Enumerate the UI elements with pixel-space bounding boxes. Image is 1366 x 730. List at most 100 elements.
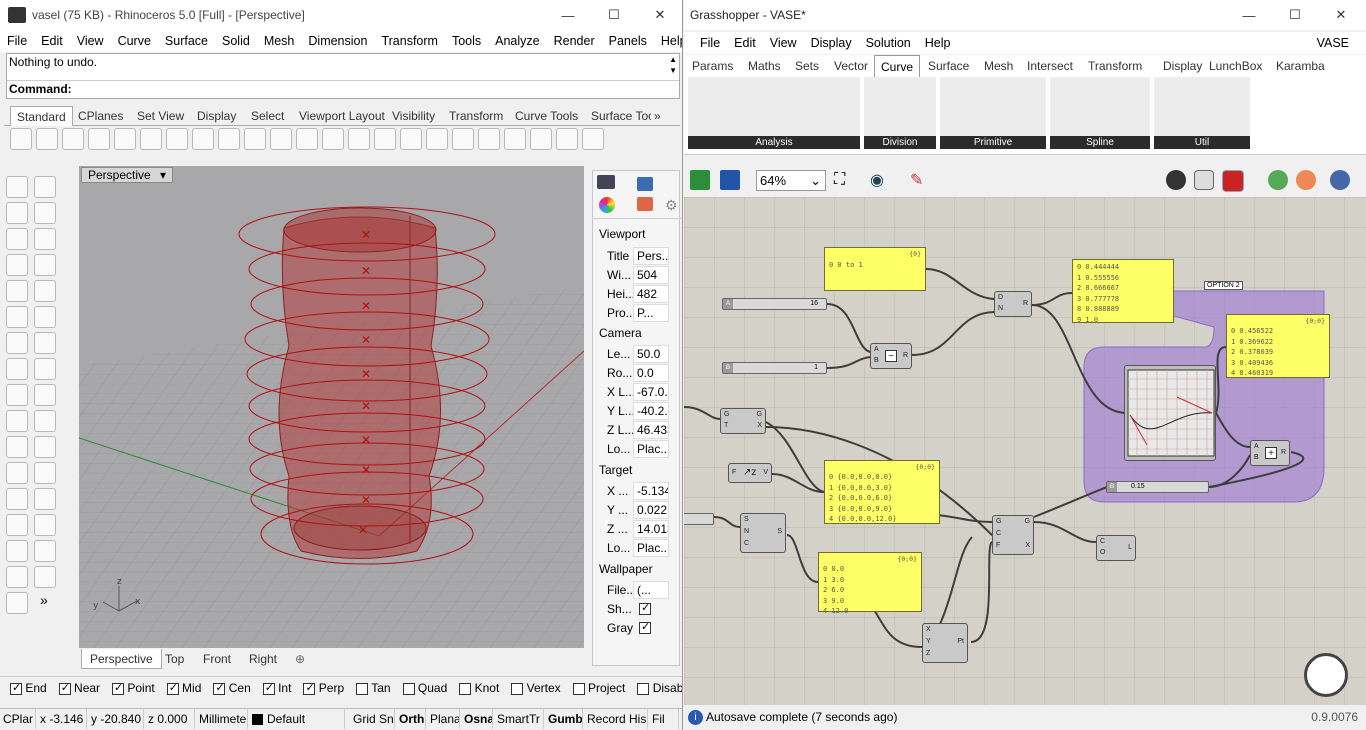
property-value[interactable]: P... <box>633 304 669 322</box>
menu-curve[interactable]: Curve <box>111 34 158 48</box>
gh-menu-help[interactable]: Help <box>918 36 958 50</box>
number-slider-a[interactable]: A 16 <box>722 298 827 310</box>
loft-component[interactable]: COL <box>1096 535 1136 561</box>
category-analysis[interactable]: Analysis <box>688 77 860 149</box>
property-value[interactable]: 504 <box>633 266 669 284</box>
osnap-checkbox[interactable] <box>262 681 275 695</box>
save-file-icon[interactable] <box>720 170 740 190</box>
zoom-extents-icon[interactable]: ⛶ <box>834 171 845 189</box>
osnap-checkbox[interactable] <box>459 682 472 695</box>
gh-tab-vector[interactable]: Vector <box>834 55 868 77</box>
gh-minimize-button[interactable]: — <box>1226 0 1272 30</box>
zoom-icon[interactable] <box>296 128 318 150</box>
material-icon[interactable] <box>599 197 615 213</box>
more-tabs-icon[interactable]: » <box>654 106 661 126</box>
osnap-project[interactable]: Project <box>572 681 625 695</box>
preview-selected-icon[interactable] <box>1222 170 1244 192</box>
graph-mapper-gt-component[interactable]: GTGX <box>720 408 766 434</box>
menu-tools[interactable]: Tools <box>445 34 488 48</box>
gh-tab-surface[interactable]: Surface <box>928 55 969 77</box>
gh-menu-display[interactable]: Display <box>804 36 859 50</box>
cut-icon[interactable] <box>140 128 162 150</box>
mesh-quality-icon[interactable] <box>1268 170 1288 190</box>
texture-icon[interactable] <box>637 197 653 211</box>
curve-icon[interactable] <box>34 202 56 224</box>
gh-close-button[interactable]: ✕ <box>1318 0 1364 30</box>
perspective-viewport[interactable]: ✕ ✕ ✕ ✕ ✕ ✕ ✕ ✕ ✕ ✕ z x y Perspective ▾ <box>79 166 584 648</box>
osnap-cen[interactable]: Cen <box>213 681 251 695</box>
series-component[interactable]: SNCS <box>740 513 786 553</box>
property-value[interactable]: Plac... <box>633 440 669 458</box>
tab-select[interactable]: Select <box>251 106 284 126</box>
gh-canvas[interactable]: OPTION 2 A 16 B1 B 0.15 {0} 0 0 to 1 0 0.44… <box>684 197 1366 705</box>
viewport-menu-icon[interactable]: ▾ <box>160 168 166 182</box>
text-icon[interactable] <box>6 488 28 510</box>
gh-menu-edit[interactable]: Edit <box>727 36 763 50</box>
osnap-checkbox[interactable] <box>572 682 585 695</box>
expand-toolbar-icon[interactable]: » <box>32 592 60 614</box>
scale-icon[interactable] <box>34 488 56 510</box>
tab-top[interactable]: Top <box>165 649 184 669</box>
osnap-perp[interactable]: Perp <box>303 681 344 695</box>
status-record-history[interactable]: Record His <box>584 709 648 729</box>
command-history[interactable]: Nothing to undo. Command: ▲ ▼ <box>6 53 680 99</box>
property-value[interactable]: Plac... <box>633 539 669 557</box>
tab-curve-tools[interactable]: Curve Tools <box>515 106 578 126</box>
scroll-up-icon[interactable]: ▲ <box>669 55 677 64</box>
tab-cplanes[interactable]: CPlanes <box>78 106 123 126</box>
zoom-window-icon[interactable] <box>322 128 344 150</box>
status-gumball[interactable]: Gumb <box>545 709 583 729</box>
edit-points-icon[interactable] <box>34 462 56 484</box>
freeform-icon[interactable] <box>34 280 56 302</box>
tab-right[interactable]: Right <box>249 649 277 669</box>
osnap-quad[interactable]: Quad <box>402 681 447 695</box>
settings-gear-icon[interactable]: ⚙ <box>665 197 678 214</box>
minimize-button[interactable]: — <box>545 0 591 30</box>
status-layer[interactable]: Default <box>249 709 345 729</box>
status-planar[interactable]: Plana <box>427 709 460 729</box>
grid-snap-icon[interactable] <box>530 128 552 150</box>
panel-z-values[interactable]: {0;0} 0 0.0 1 3.0 2 6.0 3 9.0 4 12.0 <box>818 552 922 615</box>
property-value[interactable]: 14.013 <box>633 520 669 538</box>
category-util[interactable]: Util <box>1154 77 1250 149</box>
explode-icon[interactable] <box>6 384 28 406</box>
property-checkbox[interactable] <box>639 601 651 615</box>
render-icon[interactable] <box>478 128 500 150</box>
osnap-checkbox[interactable] <box>303 681 316 695</box>
tab-transform[interactable]: Transform <box>449 106 503 126</box>
sphere-icon[interactable] <box>34 332 56 354</box>
point-icon[interactable] <box>34 176 56 198</box>
gh-menu-view[interactable]: View <box>763 36 804 50</box>
arc-icon[interactable] <box>6 254 28 276</box>
more-tools-icon[interactable] <box>582 128 604 150</box>
property-value[interactable]: 482 <box>633 285 669 303</box>
boolean-icon[interactable] <box>6 436 28 458</box>
number-slider-offscreen[interactable] <box>684 513 714 525</box>
open-file-icon[interactable] <box>690 170 710 190</box>
graph-mapper-component[interactable] <box>1124 365 1216 461</box>
print-icon[interactable] <box>88 128 110 150</box>
viewport-layout-icon[interactable] <box>400 128 422 150</box>
panel-points[interactable]: {0;0} 0 {0.0,0.0,0.0} 1 {0.0,0.0,3.0} 2 {0.… <box>824 460 940 524</box>
category-division[interactable]: Division <box>864 77 936 149</box>
paste-icon[interactable] <box>192 128 214 150</box>
property-value[interactable]: -5.134 <box>633 482 669 500</box>
tab-perspective[interactable]: Perspective <box>81 649 162 669</box>
group-label[interactable]: OPTION 2 <box>1204 281 1243 290</box>
status-filter[interactable]: Fil <box>649 709 679 729</box>
open-icon[interactable] <box>36 128 58 150</box>
tab-surface-tools[interactable]: Surface Too <box>591 106 651 126</box>
status-cplane[interactable]: CPlar <box>0 709 36 729</box>
unit-z-component[interactable]: F ↗z V <box>728 463 772 483</box>
gh-tab-karamba[interactable]: Karamba <box>1276 55 1325 77</box>
osnap-disable[interactable]: Disable <box>637 681 682 695</box>
add-viewport-icon[interactable]: ⊕ <box>295 649 305 669</box>
panel-graph-values[interactable]: {0;0} 0 0.456522 1 0.369622 2 0.378039 3 0.4… <box>1226 314 1330 378</box>
display-mode-icon[interactable] <box>1330 170 1350 190</box>
lock-icon[interactable] <box>556 128 578 150</box>
rebuild-icon[interactable] <box>6 462 28 484</box>
rotate-view-icon[interactable] <box>270 128 292 150</box>
array-grid-icon[interactable] <box>6 566 28 588</box>
section-icon[interactable] <box>34 540 56 562</box>
menu-analyze[interactable]: Analyze <box>488 34 546 48</box>
